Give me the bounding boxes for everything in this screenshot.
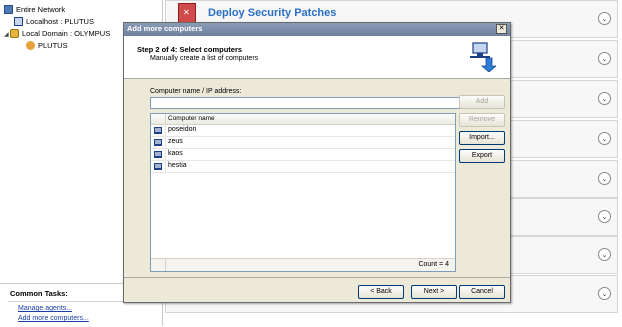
row-gutter xyxy=(151,125,166,136)
list-item[interactable]: hestia xyxy=(151,161,455,173)
list-item[interactable]: poseidon xyxy=(151,125,455,137)
expand-chevron-icon[interactable]: ⌄ xyxy=(598,287,611,300)
export-button[interactable]: Export xyxy=(459,149,505,163)
tree-item-label: Localhost : PLUTUS xyxy=(26,17,94,26)
security-patch-icon xyxy=(178,3,196,23)
tree-item-plutus[interactable]: PLUTUS xyxy=(26,40,68,52)
computer-icon xyxy=(14,17,23,26)
computer-name-input[interactable] xyxy=(150,97,461,109)
column-gutter xyxy=(151,114,166,124)
cancel-button[interactable]: Cancel xyxy=(459,285,505,299)
expand-chevron-icon[interactable]: ⌄ xyxy=(598,172,611,185)
add-more-computers-link[interactable]: Add more computers... xyxy=(18,315,89,322)
list-header[interactable]: Computer name xyxy=(151,114,455,125)
row-gutter xyxy=(151,161,166,172)
network-computer-icon xyxy=(470,42,496,72)
dialog-title: Add more computers xyxy=(127,24,203,33)
expand-chevron-icon[interactable]: ⌄ xyxy=(598,12,611,25)
column-gutter xyxy=(151,259,166,271)
add-button[interactable]: Add xyxy=(459,95,505,109)
expand-chevron-icon[interactable]: ⌄ xyxy=(598,248,611,261)
tree-item-label: PLUTUS xyxy=(38,41,68,50)
expand-chevron-icon[interactable]: ⌄ xyxy=(598,132,611,145)
computer-icon xyxy=(154,127,162,134)
dialog-titlebar[interactable]: Add more computers ✕ xyxy=(124,23,510,36)
task-panel-title: Deploy Security Patches xyxy=(208,7,337,19)
list-item[interactable]: kaos xyxy=(151,149,455,161)
computer-icon xyxy=(154,163,162,170)
tree-item-localhost[interactable]: Localhost : PLUTUS xyxy=(14,16,94,28)
back-button[interactable]: < Back xyxy=(358,285,404,299)
computer-name: kaos xyxy=(168,150,183,157)
agent-icon xyxy=(26,41,35,50)
tree-item-local-domain[interactable]: ◢ Local Domain : OLYMPUS xyxy=(4,28,110,40)
next-button[interactable]: Next > xyxy=(411,285,457,299)
computer-name: hestia xyxy=(168,162,187,169)
close-button[interactable]: ✕ xyxy=(496,24,507,34)
expand-chevron-icon[interactable]: ⌄ xyxy=(598,92,611,105)
wizard-header: Step 2 of 4: Select computers Manually c… xyxy=(124,36,510,79)
computer-name: zeus xyxy=(168,138,183,145)
remove-button[interactable]: Remove xyxy=(459,113,505,127)
column-header-computer-name[interactable]: Computer name xyxy=(168,115,215,122)
computer-name: poseidon xyxy=(168,126,197,133)
step-subtitle: Manually create a list of computers xyxy=(150,55,259,62)
row-gutter xyxy=(151,149,166,160)
list-footer: Count = 4 xyxy=(151,258,455,271)
tree-item-label: Entire Network xyxy=(16,5,66,14)
expand-chevron-icon[interactable]: ⌄ xyxy=(598,52,611,65)
row-gutter xyxy=(151,137,166,148)
computer-icon xyxy=(154,139,162,146)
tree-item-entire-network[interactable]: Entire Network xyxy=(4,4,65,16)
list-item[interactable]: zeus xyxy=(151,137,455,149)
computer-name-label: Computer name / IP address: xyxy=(150,88,242,95)
network-icon xyxy=(4,5,13,14)
manage-agents-link[interactable]: Manage agents... xyxy=(18,305,72,312)
add-more-computers-dialog: Add more computers ✕ Step 2 of 4: Select… xyxy=(123,22,511,303)
count-label: Count = 4 xyxy=(418,261,449,268)
computer-list[interactable]: Computer name poseidon zeus kaos hestia … xyxy=(150,113,456,272)
divider xyxy=(124,277,510,278)
computer-icon xyxy=(154,151,162,158)
common-tasks-title: Common Tasks: xyxy=(10,289,68,298)
tree-item-label: Local Domain : OLYMPUS xyxy=(22,29,111,38)
expand-chevron-icon[interactable]: ⌄ xyxy=(598,210,611,223)
step-title: Step 2 of 4: Select computers xyxy=(137,45,243,54)
domain-icon xyxy=(10,29,19,38)
import-button[interactable]: Import... xyxy=(459,131,505,145)
